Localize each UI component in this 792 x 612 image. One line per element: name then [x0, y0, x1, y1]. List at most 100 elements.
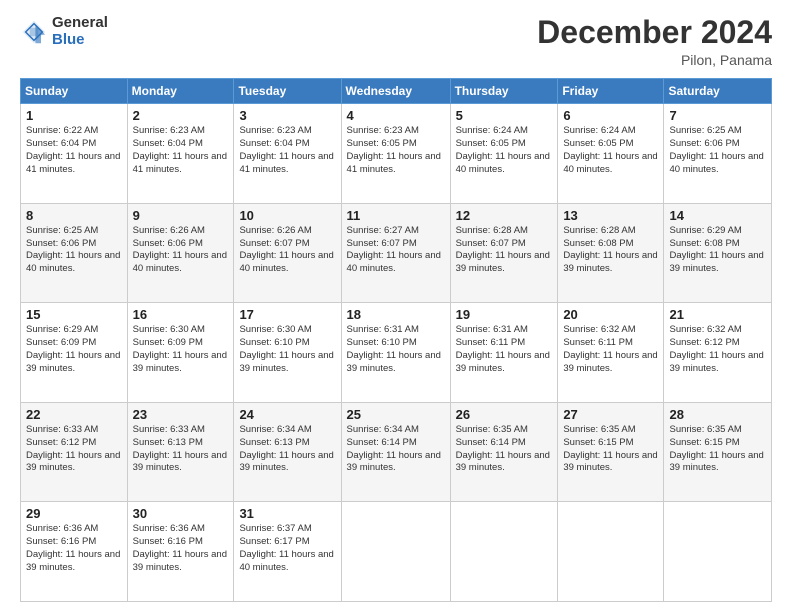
day-number: 28 [669, 407, 766, 422]
day-info: Sunrise: 6:29 AMSunset: 6:08 PMDaylight:… [669, 225, 763, 274]
table-row: 4 Sunrise: 6:23 AMSunset: 6:05 PMDayligh… [341, 104, 450, 204]
table-row: 28 Sunrise: 6:35 AMSunset: 6:15 PMDaylig… [664, 402, 772, 502]
day-info: Sunrise: 6:31 AMSunset: 6:10 PMDaylight:… [347, 324, 441, 373]
table-row: 10 Sunrise: 6:26 AMSunset: 6:07 PMDaylig… [234, 203, 341, 303]
day-info: Sunrise: 6:26 AMSunset: 6:06 PMDaylight:… [133, 225, 227, 274]
col-sunday: Sunday [21, 79, 128, 104]
table-row [664, 502, 772, 602]
day-info: Sunrise: 6:22 AMSunset: 6:04 PMDaylight:… [26, 125, 120, 174]
table-row: 25 Sunrise: 6:34 AMSunset: 6:14 PMDaylig… [341, 402, 450, 502]
table-row: 29 Sunrise: 6:36 AMSunset: 6:16 PMDaylig… [21, 502, 128, 602]
day-number: 3 [239, 108, 335, 123]
table-row: 17 Sunrise: 6:30 AMSunset: 6:10 PMDaylig… [234, 303, 341, 403]
day-number: 2 [133, 108, 229, 123]
day-number: 22 [26, 407, 122, 422]
day-number: 16 [133, 307, 229, 322]
day-number: 14 [669, 208, 766, 223]
week-row-1: 1 Sunrise: 6:22 AMSunset: 6:04 PMDayligh… [21, 104, 772, 204]
day-number: 5 [456, 108, 553, 123]
col-monday: Monday [127, 79, 234, 104]
col-wednesday: Wednesday [341, 79, 450, 104]
table-row: 24 Sunrise: 6:34 AMSunset: 6:13 PMDaylig… [234, 402, 341, 502]
table-row: 21 Sunrise: 6:32 AMSunset: 6:12 PMDaylig… [664, 303, 772, 403]
table-row: 26 Sunrise: 6:35 AMSunset: 6:14 PMDaylig… [450, 402, 558, 502]
day-info: Sunrise: 6:35 AMSunset: 6:15 PMDaylight:… [563, 424, 657, 473]
week-row-2: 8 Sunrise: 6:25 AMSunset: 6:06 PMDayligh… [21, 203, 772, 303]
day-info: Sunrise: 6:29 AMSunset: 6:09 PMDaylight:… [26, 324, 120, 373]
day-info: Sunrise: 6:23 AMSunset: 6:04 PMDaylight:… [239, 125, 333, 174]
week-row-3: 15 Sunrise: 6:29 AMSunset: 6:09 PMDaylig… [21, 303, 772, 403]
month-title: December 2024 [537, 15, 772, 50]
day-info: Sunrise: 6:35 AMSunset: 6:14 PMDaylight:… [456, 424, 550, 473]
col-tuesday: Tuesday [234, 79, 341, 104]
title-block: December 2024 Pilon, Panama [537, 15, 772, 68]
day-number: 4 [347, 108, 445, 123]
logo-blue-text: Blue [52, 32, 108, 49]
day-number: 31 [239, 506, 335, 521]
day-info: Sunrise: 6:25 AMSunset: 6:06 PMDaylight:… [669, 125, 763, 174]
day-info: Sunrise: 6:24 AMSunset: 6:05 PMDaylight:… [456, 125, 550, 174]
calendar-header-row: Sunday Monday Tuesday Wednesday Thursday… [21, 79, 772, 104]
day-info: Sunrise: 6:28 AMSunset: 6:07 PMDaylight:… [456, 225, 550, 274]
day-info: Sunrise: 6:32 AMSunset: 6:12 PMDaylight:… [669, 324, 763, 373]
table-row: 5 Sunrise: 6:24 AMSunset: 6:05 PMDayligh… [450, 104, 558, 204]
day-info: Sunrise: 6:33 AMSunset: 6:12 PMDaylight:… [26, 424, 120, 473]
table-row: 9 Sunrise: 6:26 AMSunset: 6:06 PMDayligh… [127, 203, 234, 303]
day-info: Sunrise: 6:37 AMSunset: 6:17 PMDaylight:… [239, 523, 333, 572]
day-info: Sunrise: 6:30 AMSunset: 6:09 PMDaylight:… [133, 324, 227, 373]
table-row: 11 Sunrise: 6:27 AMSunset: 6:07 PMDaylig… [341, 203, 450, 303]
day-number: 10 [239, 208, 335, 223]
day-number: 6 [563, 108, 658, 123]
week-row-5: 29 Sunrise: 6:36 AMSunset: 6:16 PMDaylig… [21, 502, 772, 602]
day-info: Sunrise: 6:32 AMSunset: 6:11 PMDaylight:… [563, 324, 657, 373]
table-row [558, 502, 664, 602]
table-row: 2 Sunrise: 6:23 AMSunset: 6:04 PMDayligh… [127, 104, 234, 204]
day-number: 13 [563, 208, 658, 223]
table-row [450, 502, 558, 602]
day-number: 21 [669, 307, 766, 322]
day-info: Sunrise: 6:23 AMSunset: 6:04 PMDaylight:… [133, 125, 227, 174]
day-number: 9 [133, 208, 229, 223]
day-info: Sunrise: 6:36 AMSunset: 6:16 PMDaylight:… [26, 523, 120, 572]
table-row: 19 Sunrise: 6:31 AMSunset: 6:11 PMDaylig… [450, 303, 558, 403]
calendar-table: Sunday Monday Tuesday Wednesday Thursday… [20, 78, 772, 602]
table-row: 7 Sunrise: 6:25 AMSunset: 6:06 PMDayligh… [664, 104, 772, 204]
table-row: 18 Sunrise: 6:31 AMSunset: 6:10 PMDaylig… [341, 303, 450, 403]
day-info: Sunrise: 6:35 AMSunset: 6:15 PMDaylight:… [669, 424, 763, 473]
week-row-4: 22 Sunrise: 6:33 AMSunset: 6:12 PMDaylig… [21, 402, 772, 502]
day-number: 26 [456, 407, 553, 422]
table-row: 22 Sunrise: 6:33 AMSunset: 6:12 PMDaylig… [21, 402, 128, 502]
day-info: Sunrise: 6:34 AMSunset: 6:13 PMDaylight:… [239, 424, 333, 473]
day-number: 27 [563, 407, 658, 422]
col-saturday: Saturday [664, 79, 772, 104]
table-row: 1 Sunrise: 6:22 AMSunset: 6:04 PMDayligh… [21, 104, 128, 204]
day-info: Sunrise: 6:34 AMSunset: 6:14 PMDaylight:… [347, 424, 441, 473]
table-row: 14 Sunrise: 6:29 AMSunset: 6:08 PMDaylig… [664, 203, 772, 303]
day-info: Sunrise: 6:24 AMSunset: 6:05 PMDaylight:… [563, 125, 657, 174]
day-number: 20 [563, 307, 658, 322]
day-info: Sunrise: 6:28 AMSunset: 6:08 PMDaylight:… [563, 225, 657, 274]
logo-icon [20, 18, 48, 46]
day-number: 25 [347, 407, 445, 422]
day-number: 11 [347, 208, 445, 223]
page: General Blue December 2024 Pilon, Panama… [0, 0, 792, 612]
day-info: Sunrise: 6:23 AMSunset: 6:05 PMDaylight:… [347, 125, 441, 174]
table-row [341, 502, 450, 602]
day-number: 15 [26, 307, 122, 322]
table-row: 27 Sunrise: 6:35 AMSunset: 6:15 PMDaylig… [558, 402, 664, 502]
table-row: 12 Sunrise: 6:28 AMSunset: 6:07 PMDaylig… [450, 203, 558, 303]
col-thursday: Thursday [450, 79, 558, 104]
day-info: Sunrise: 6:36 AMSunset: 6:16 PMDaylight:… [133, 523, 227, 572]
day-number: 19 [456, 307, 553, 322]
day-info: Sunrise: 6:33 AMSunset: 6:13 PMDaylight:… [133, 424, 227, 473]
table-row: 23 Sunrise: 6:33 AMSunset: 6:13 PMDaylig… [127, 402, 234, 502]
day-number: 7 [669, 108, 766, 123]
col-friday: Friday [558, 79, 664, 104]
day-info: Sunrise: 6:27 AMSunset: 6:07 PMDaylight:… [347, 225, 441, 274]
day-info: Sunrise: 6:26 AMSunset: 6:07 PMDaylight:… [239, 225, 333, 274]
day-number: 30 [133, 506, 229, 521]
table-row: 16 Sunrise: 6:30 AMSunset: 6:09 PMDaylig… [127, 303, 234, 403]
table-row: 3 Sunrise: 6:23 AMSunset: 6:04 PMDayligh… [234, 104, 341, 204]
day-number: 29 [26, 506, 122, 521]
logo: General Blue [20, 15, 108, 48]
